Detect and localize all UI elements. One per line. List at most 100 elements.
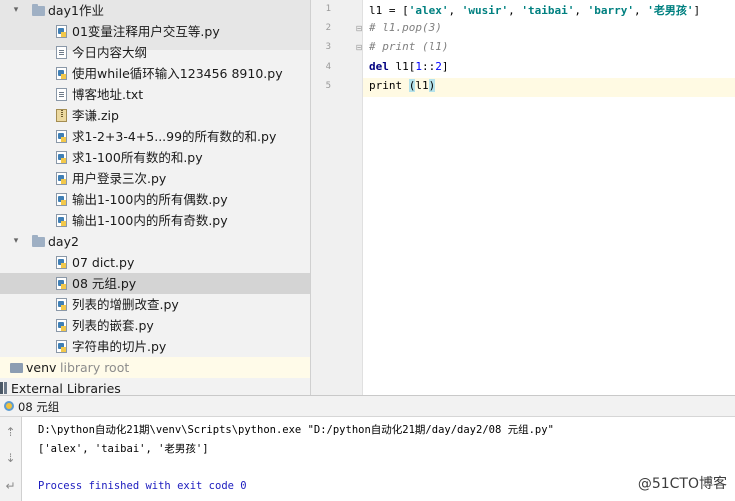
code-token: # l1.pop(3) xyxy=(369,21,442,35)
code-token: :: xyxy=(422,59,436,73)
folder-icon xyxy=(32,4,45,16)
tree-item[interactable]: venv library root xyxy=(0,357,310,378)
py-icon xyxy=(56,193,67,206)
tree-item-label: 求1-2+3-4+5...99的所有数的和.py xyxy=(72,129,277,144)
code-token: l1 = [ xyxy=(369,4,409,17)
code-line: l1 = ['alex', 'wusir', 'taibai', 'barry'… xyxy=(369,2,700,18)
tree-item-label: 输出1-100内的所有偶数.py xyxy=(72,192,228,207)
scroll-down-icon[interactable]: ⇣ xyxy=(3,451,18,466)
tree-item-label: External Libraries xyxy=(11,381,121,395)
line-number: 2 xyxy=(325,23,331,34)
process-status: Process finished with exit code 0 xyxy=(38,479,247,492)
tree-item[interactable]: 求1-100所有数的和.py xyxy=(0,147,310,168)
line-number: 4 xyxy=(325,61,331,72)
code-token: 2 xyxy=(435,59,442,73)
code-token: ] xyxy=(693,4,701,17)
run-tab-title[interactable]: 08 元组 xyxy=(18,399,59,415)
tree-item[interactable]: ▾ day2 xyxy=(0,231,310,252)
code-token: ] xyxy=(441,59,449,73)
code-editor[interactable]: l1 = ['alex', 'wusir', 'taibai', 'barry'… xyxy=(363,0,735,395)
py-icon xyxy=(56,277,67,290)
venv-icon xyxy=(10,363,23,373)
code-token: , xyxy=(508,4,522,17)
tree-item[interactable]: 用户登录三次.py xyxy=(0,168,310,189)
py-icon xyxy=(56,151,67,164)
tree-item[interactable]: 今日内容大纲 xyxy=(0,42,310,63)
code-token: 'wusir' xyxy=(461,4,509,17)
tree-item-label: 01变量注释用户交互等.py xyxy=(72,24,220,39)
tree-item-label: 博客地址.txt xyxy=(72,87,144,102)
tree-item-label: venv xyxy=(26,360,57,375)
tree-item[interactable]: External Libraries xyxy=(0,378,310,395)
run-console[interactable]: D:\python自动化21期\venv\Scripts\python.exe … xyxy=(22,417,735,501)
tree-item[interactable]: 求1-2+3-4+5...99的所有数的和.py xyxy=(0,126,310,147)
tree-item-label: 李谦.zip xyxy=(72,108,119,123)
py-icon xyxy=(56,340,67,353)
code-line: del l1[1::2] xyxy=(369,60,449,73)
code-token: 1 xyxy=(415,59,422,73)
code-line: print (l1) xyxy=(369,78,436,92)
tree-item[interactable]: 李谦.zip xyxy=(0,105,310,126)
lib-icon xyxy=(0,382,3,394)
code-token: , xyxy=(448,4,462,17)
editor-gutter: 1 2 3 4 5 ⊟ ⊟ xyxy=(311,0,363,395)
tree-item[interactable]: 07 dict.py xyxy=(0,252,310,273)
line-number: 5 xyxy=(325,80,331,91)
py-icon xyxy=(56,298,67,311)
tree-item-label: day2 xyxy=(48,234,79,249)
py-icon xyxy=(56,256,67,269)
tree-item[interactable]: 字符串的切片.py xyxy=(0,336,310,357)
tree-item-label: 字符串的切片.py xyxy=(72,339,167,354)
run-toolbar: ⇡ ⇣ ↵ xyxy=(0,417,22,501)
tree-item[interactable]: ▾ day1作业 xyxy=(0,0,310,21)
tree-item[interactable]: 输出1-100内的所有奇数.py xyxy=(0,210,310,231)
tree-item-label: day1作业 xyxy=(48,3,104,18)
code-token: l1[ xyxy=(395,59,416,73)
tree-item[interactable]: 列表的增删改查.py xyxy=(0,294,310,315)
code-token: l1 xyxy=(415,78,429,92)
py-icon xyxy=(56,130,67,143)
chevron-down-icon[interactable]: ▾ xyxy=(10,231,22,252)
code-token: print xyxy=(369,78,409,92)
tree-item-label: 07 dict.py xyxy=(72,255,135,270)
code-token: 'taibai' xyxy=(521,4,575,17)
tree-item[interactable]: 博客地址.txt xyxy=(0,84,310,105)
code-token: ) xyxy=(428,78,436,92)
tree-item-label: 用户登录三次.py xyxy=(72,171,167,186)
run-panel-header[interactable]: 08 元组 xyxy=(0,395,735,417)
code-token: 'barry' xyxy=(587,4,634,17)
line-number: 3 xyxy=(325,42,331,53)
py-icon xyxy=(56,319,67,332)
code-line: # l1.pop(3) xyxy=(369,21,442,34)
code-token: '老男孩' xyxy=(647,4,694,17)
tree-item-label: 列表的嵌套.py xyxy=(72,318,154,333)
console-line: D:\python自动化21期\venv\Scripts\python.exe … xyxy=(38,424,554,436)
txt-icon xyxy=(56,46,67,59)
tree-item[interactable]: 08 元组.py xyxy=(0,273,310,294)
soft-wrap-icon[interactable]: ↵ xyxy=(3,479,18,494)
python-run-icon xyxy=(4,401,14,411)
py-icon xyxy=(56,67,67,80)
code-token: # print (l1) xyxy=(369,40,449,54)
py-icon xyxy=(56,214,67,227)
tree-item[interactable]: 列表的嵌套.py xyxy=(0,315,310,336)
tree-item[interactable]: 输出1-100内的所有偶数.py xyxy=(0,189,310,210)
py-icon xyxy=(56,172,67,185)
tree-item-label: 08 元组.py xyxy=(72,276,137,291)
watermark-text: @51CTO博客 xyxy=(637,476,727,492)
project-tree[interactable]: ▾ day1作业 01变量注释用户交互等.py 今日内容大纲使用while循环输入12… xyxy=(0,0,310,395)
fold-start-icon[interactable]: ⊟ xyxy=(355,24,363,33)
console-line: ['alex', 'taibai', '老男孩'] xyxy=(38,443,209,456)
tree-item-suffix: library root xyxy=(60,360,130,375)
zip-icon xyxy=(56,109,67,122)
tree-item[interactable]: 使用while循环输入123456 8910.py xyxy=(0,63,310,84)
chevron-down-icon[interactable]: ▾ xyxy=(10,0,22,21)
folder-icon xyxy=(32,235,45,247)
tree-item-label: 使用while循环输入123456 8910.py xyxy=(72,66,283,81)
scroll-up-icon[interactable]: ⇡ xyxy=(3,425,18,440)
tree-item-label: 今日内容大纲 xyxy=(72,45,148,60)
fold-end-icon[interactable]: ⊟ xyxy=(355,43,363,52)
code-token: , xyxy=(574,4,588,17)
tree-item[interactable]: 01变量注释用户交互等.py xyxy=(0,21,310,42)
code-token: , xyxy=(633,4,648,17)
